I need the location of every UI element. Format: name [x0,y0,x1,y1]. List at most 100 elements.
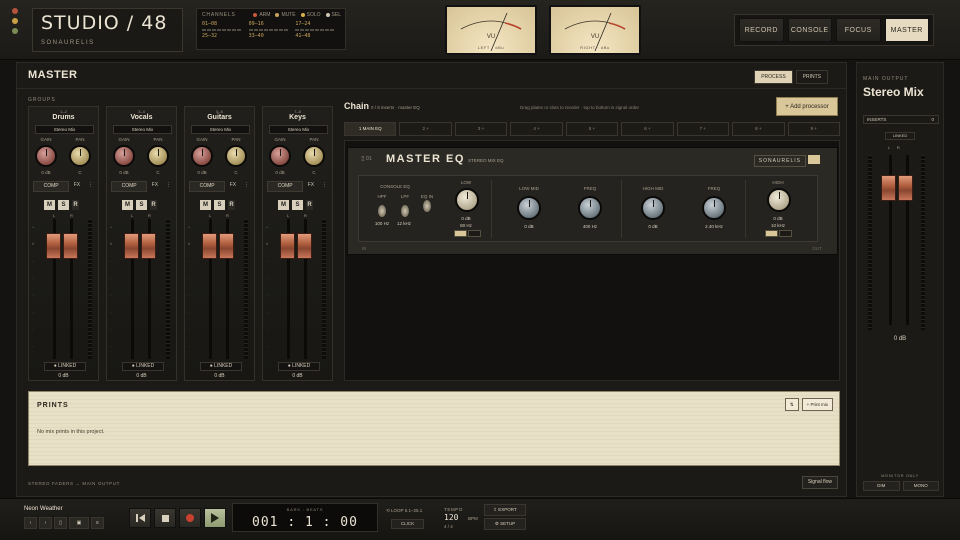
linked-toggle[interactable]: ● LINKED [200,362,242,371]
insert-slot[interactable]: 8 + [732,122,785,136]
fx-button[interactable]: FX [305,181,316,192]
fader-left[interactable] [280,233,295,259]
more-icon[interactable]: ⋮ [85,181,96,192]
record-arm-button[interactable]: R [72,200,79,210]
output-linked[interactable]: LINKED [885,132,915,140]
close-light[interactable] [12,8,18,14]
output-fader-right[interactable] [898,175,913,201]
record-button[interactable] [179,508,201,528]
eq-in-switch[interactable] [423,200,431,212]
redo-icon[interactable]: › [39,517,52,529]
gain-knob[interactable] [113,145,135,167]
fader-right[interactable] [63,233,78,259]
signal-flow-button[interactable]: Signal flow [801,476,838,489]
linked-toggle[interactable]: ● LINKED [44,362,86,371]
record-arm-button[interactable]: R [150,200,157,210]
insert-slot[interactable]: 6 + [621,122,674,136]
drag-grip-icon[interactable]: ⣿ 01 [361,156,372,162]
strip-route-select[interactable]: Stereo Mix [191,125,250,134]
loop-range[interactable]: ⟲ LOOP 5.1–25.1 [386,508,422,514]
mute-button[interactable]: M [278,200,289,210]
add-processor-button[interactable]: + Add processor [776,97,838,116]
low-mid-gain-knob[interactable] [517,196,541,220]
fader-left[interactable] [46,233,61,259]
play-button[interactable] [204,508,226,528]
rewind-button[interactable] [129,508,151,528]
tab-prints[interactable]: PRINTS [795,70,828,84]
gain-knob[interactable] [35,145,57,167]
fader-right[interactable] [297,233,312,259]
tab-process[interactable]: PROCESS [754,70,793,84]
mute-button[interactable]: M [44,200,55,210]
dim-button[interactable]: DIM [863,481,900,491]
mode-record-button[interactable]: RECORD [739,18,784,42]
channel-overview[interactable]: CHANNELS ARM MUTE SOLO SEL 01–08 09–16 1… [196,8,346,50]
print-mix-button[interactable]: + Print mix [801,398,833,411]
channel-range[interactable]: 09–16 [248,21,296,31]
low-gain-knob[interactable] [455,188,479,212]
click-button[interactable]: CLICK [391,519,424,529]
file-icon[interactable]: ▯ [54,517,67,529]
tempo-value[interactable]: 120 [444,513,458,522]
record-arm-button[interactable]: R [228,200,235,210]
output-fader-left[interactable] [881,175,896,201]
high-mid-freq-knob[interactable] [702,196,726,220]
strip-route-select[interactable]: Stereo Mix [269,125,328,134]
lpf-switch[interactable] [401,205,409,217]
output-inserts[interactable]: INSERTS 0 [863,115,939,124]
insert-slot[interactable]: 1 MAIN EQ [344,122,397,136]
more-icon[interactable]: ⋮ [319,181,330,192]
mute-button[interactable]: M [200,200,211,210]
linked-toggle[interactable]: ● LINKED [122,362,164,371]
pan-knob[interactable] [69,145,91,167]
setup-button[interactable]: ⚙ SETUP [484,518,526,530]
insert-slot[interactable]: 3 + [454,122,508,136]
insert-slot[interactable]: 4 + [510,122,563,136]
fader-left[interactable] [202,233,217,259]
comp-button[interactable]: COMP [189,181,226,192]
export-button[interactable]: ⇪ EXPORT [484,504,526,516]
mute-button[interactable]: M [122,200,133,210]
mode-master-button[interactable]: MASTER [884,18,929,42]
record-arm-button[interactable]: R [306,200,313,210]
comp-button[interactable]: COMP [33,181,70,192]
channel-range[interactable]: 17–24 [295,21,342,31]
pan-knob[interactable] [147,145,169,167]
fx-button[interactable]: FX [149,181,160,192]
high-shelf-toggle[interactable] [765,230,778,237]
undo-icon[interactable]: ‹ [24,517,37,529]
comp-button[interactable]: COMP [111,181,148,192]
mono-button[interactable]: MONO [902,481,939,491]
comp-button[interactable]: COMP [267,181,304,192]
fader-left[interactable] [124,233,139,259]
strip-route-select[interactable]: Stereo Mix [35,125,94,134]
maximize-light[interactable] [12,28,18,34]
channel-range[interactable]: 25–32 [202,33,249,39]
solo-button[interactable]: S [292,200,303,210]
solo-button[interactable]: S [58,200,69,210]
more-icon[interactable]: ⋮ [241,181,252,192]
solo-button[interactable]: S [136,200,147,210]
eq-power-toggle[interactable] [808,155,820,164]
channel-range[interactable]: 01–08 [202,21,249,31]
fx-button[interactable]: FX [71,181,82,192]
insert-slot[interactable]: 2 + [399,122,452,136]
low-shelf-toggle[interactable] [454,230,467,237]
insert-slot[interactable]: 9 + [787,122,840,136]
low-bell-toggle[interactable] [468,230,481,237]
fader-right[interactable] [219,233,234,259]
pan-knob[interactable] [225,145,247,167]
solo-button[interactable]: S [214,200,225,210]
high-bell-toggle[interactable] [779,230,792,237]
mode-focus-button[interactable]: FOCUS [836,18,881,42]
strip-route-select[interactable]: Stereo Mix [113,125,172,134]
mode-console-button[interactable]: CONSOLE [787,18,832,42]
gain-knob[interactable] [191,145,213,167]
fx-button[interactable]: FX [227,181,238,192]
insert-slot[interactable]: 5 + [565,122,619,136]
high-gain-knob[interactable] [767,188,791,212]
stop-button[interactable] [154,508,176,528]
save-icon[interactable]: ▣ [69,517,89,529]
master-eq-plate[interactable]: ⣿ 01 MASTER EQ STEREO MIX EQ SONAURELIS … [347,147,838,255]
high-mid-gain-knob[interactable] [641,196,665,220]
